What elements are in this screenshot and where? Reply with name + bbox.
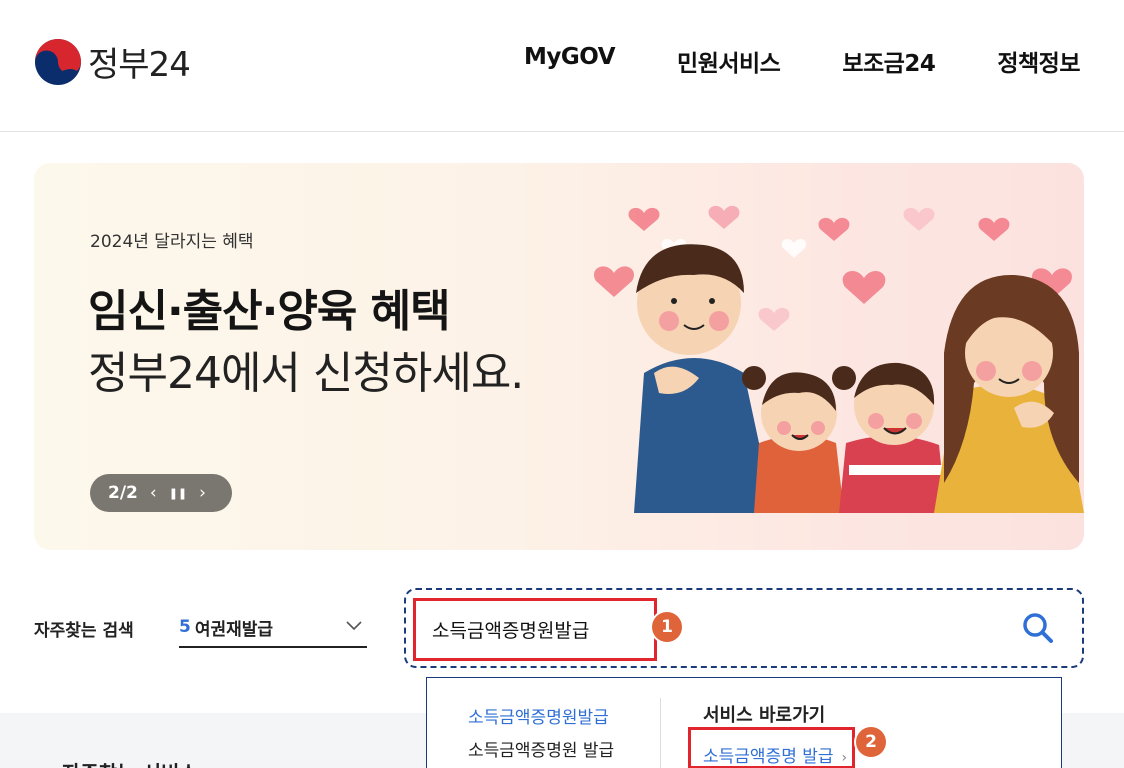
banner-subtitle: 정부24에서 신청하세요. bbox=[88, 348, 524, 399]
suggestion-item[interactable]: 소득금액증명원 발급 bbox=[468, 736, 614, 761]
global-nav: MyGOV 민원서비스 보조금24 정책정보 bbox=[462, 44, 1080, 78]
nav-policy-info[interactable]: 정책정보 bbox=[997, 44, 1080, 78]
banner-pager: 2/2 ‹ ❚❚ › bbox=[90, 474, 232, 512]
chevron-down-icon bbox=[346, 621, 362, 631]
dropdown-divider bbox=[660, 698, 661, 768]
pager-count: 2/2 bbox=[108, 483, 138, 503]
nav-mygov[interactable]: MyGOV bbox=[524, 44, 616, 78]
family-illustration bbox=[593, 205, 1084, 513]
highlight-box-search bbox=[413, 598, 657, 661]
section-title: 자주찾는 서비스 bbox=[62, 757, 198, 768]
step-badge-2: 2 bbox=[856, 727, 886, 757]
faq-search-label: 자주찾는 검색 bbox=[34, 621, 134, 641]
logo-text: 정부24 bbox=[88, 45, 191, 85]
nav-civil-services[interactable]: 민원서비스 bbox=[677, 44, 781, 78]
pause-icon[interactable]: ❚❚ bbox=[169, 487, 187, 500]
shortcut-title: 서비스 바로가기 bbox=[703, 705, 826, 726]
banner-eyebrow: 2024년 달라지는 혜택 bbox=[90, 232, 254, 252]
faq-search-select[interactable]: 5 여권재발급 bbox=[179, 608, 367, 648]
next-arrow-icon[interactable]: › bbox=[199, 483, 206, 503]
mom-figure bbox=[934, 274, 1084, 513]
prev-arrow-icon[interactable]: ‹ bbox=[150, 483, 157, 503]
son-figure bbox=[839, 362, 946, 513]
suggestion-item[interactable]: 소득금액증명원발급 bbox=[468, 703, 609, 728]
faq-value: 여권재발급 bbox=[194, 619, 274, 640]
taegeuk-logo-icon bbox=[35, 38, 81, 85]
highlight-box-shortcut bbox=[688, 727, 855, 768]
daughter-figure bbox=[742, 366, 856, 513]
site-header: 정부24 MyGOV 민원서비스 보조금24 정책정보 bbox=[0, 0, 1124, 132]
faq-rank: 5 bbox=[179, 617, 191, 637]
search-icon[interactable] bbox=[1020, 610, 1056, 646]
site-logo[interactable]: 정부24 bbox=[34, 37, 191, 86]
step-badge-1: 1 bbox=[652, 612, 682, 642]
promo-banner[interactable]: 2024년 달라지는 혜택 임신·출산·양육 혜택 정부24에서 신청하세요. … bbox=[34, 163, 1084, 550]
nav-subsidy24[interactable]: 보조금24 bbox=[842, 44, 936, 78]
banner-title: 임신·출산·양육 혜택 bbox=[88, 286, 451, 337]
